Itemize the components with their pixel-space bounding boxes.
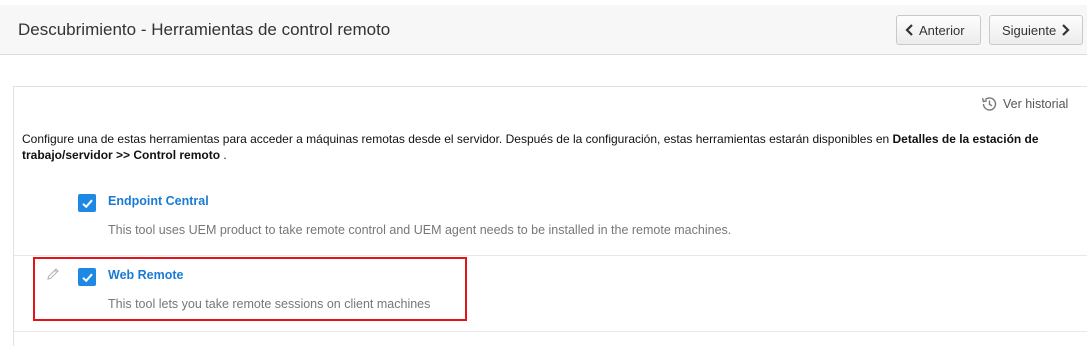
previous-button[interactable]: Anterior — [896, 15, 981, 45]
page-header: Descubrimiento - Herramientas de control… — [0, 5, 1087, 55]
endpoint-central-checkbox[interactable] — [78, 194, 96, 212]
description-suffix: . — [220, 148, 227, 162]
page-title: Descubrimiento - Herramientas de control… — [18, 20, 391, 39]
chevron-right-icon — [1062, 24, 1070, 36]
view-history-label: Ver historial — [1003, 97, 1069, 111]
chevron-left-icon — [905, 24, 913, 36]
description-text: Configure una de estas herramientas para… — [22, 131, 1062, 163]
tool-description: This tool lets you take remote sessions … — [108, 297, 431, 311]
pencil-icon[interactable] — [45, 266, 61, 282]
description-main: Configure una de estas herramientas para… — [22, 132, 893, 146]
next-button[interactable]: Siguiente — [989, 15, 1083, 45]
checkmark-icon — [81, 199, 93, 208]
next-button-label: Siguiente — [1002, 22, 1057, 38]
tool-row-web-remote: Web Remote This tool lets you take remot… — [14, 256, 1087, 332]
history-icon — [981, 97, 997, 111]
view-history-link[interactable]: Ver historial — [980, 95, 1068, 113]
tool-row-endpoint-central: Endpoint Central This tool uses UEM prod… — [14, 183, 1087, 256]
tool-name[interactable]: Web Remote — [108, 268, 183, 282]
checkmark-icon — [81, 273, 93, 282]
web-remote-checkbox[interactable] — [78, 268, 96, 286]
tool-description: This tool uses UEM product to take remot… — [108, 223, 732, 237]
previous-button-label: Anterior — [919, 22, 965, 38]
tool-name[interactable]: Endpoint Central — [108, 194, 209, 208]
